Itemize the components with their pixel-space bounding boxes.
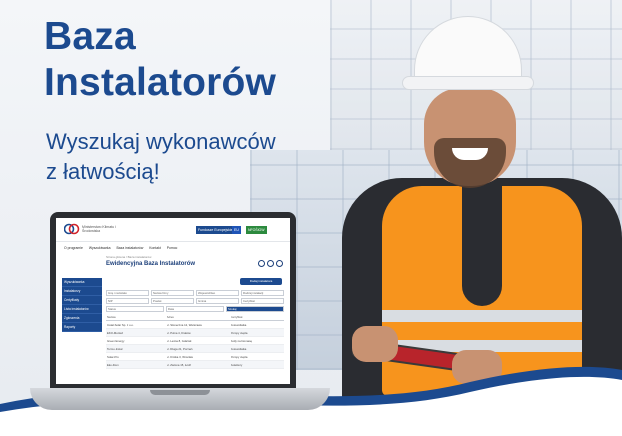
nav-item[interactable]: O programie — [64, 246, 83, 250]
sidebar-item[interactable]: Lista instalatorów — [62, 305, 102, 314]
hard-hat-brim — [402, 76, 534, 90]
worker-photo — [322, 10, 622, 410]
filter-field[interactable]: NIP — [106, 298, 149, 304]
column-header[interactable]: Certyfikat — [231, 315, 284, 319]
laptop-screen: Ministerstwo Klimatu i Środowiska Fundus… — [56, 218, 290, 384]
subheadline-line-1: Wyszukaj wykonawców — [46, 129, 276, 154]
filter-field[interactable]: Status — [106, 306, 164, 312]
accessibility-icons — [258, 260, 283, 267]
filter-field[interactable]: Województwo — [196, 290, 239, 296]
laptop-notch — [150, 390, 210, 395]
nav-item[interactable]: Wyszukiwarka — [89, 246, 111, 250]
table-cell: Fotowoltaika — [230, 346, 247, 351]
search-filters: Imię i nazwisko Nazwa firmy Województwo … — [106, 290, 284, 314]
filter-row: NIP Powiat Gmina Certyfikat — [106, 298, 284, 304]
sidebar-menu: Wyszukiwarka Instalatorzy Certyfikaty Li… — [62, 278, 102, 332]
table-row[interactable]: Instal-Solar Sp. z o.o. ul. Słoneczna 12… — [106, 321, 284, 329]
table-cell: Pompy ciepła — [230, 330, 248, 335]
sidebar-item[interactable]: Certyfikaty — [62, 296, 102, 305]
nav-item[interactable]: Pomoc — [167, 246, 178, 250]
nfos-logo: NFOŚiGW — [246, 226, 267, 234]
column-header[interactable]: Nazwa — [106, 315, 167, 319]
ministry-logo-icon — [64, 223, 80, 235]
ad-banner: Baza Instalatorów Wyszukaj wykonawców z … — [0, 0, 622, 436]
search-button[interactable]: Szukaj — [226, 306, 284, 312]
table-row[interactable]: Eko-Dom ul. Zielona 15, Łódź Kolektory — [106, 361, 284, 369]
sidebar-item[interactable]: Raporty — [62, 323, 102, 332]
help-icon[interactable] — [276, 260, 283, 267]
filter-field[interactable]: Rodzaj instalacji — [241, 290, 284, 296]
table-row[interactable]: Termo-Instal ul. Długa 21, Poznań Fotowo… — [106, 345, 284, 353]
table-row[interactable]: Green Energy ul. Leśna 8, Gdańsk Kotły n… — [106, 337, 284, 345]
filter-field[interactable]: Imię i nazwisko — [106, 290, 149, 296]
font-size-icon[interactable] — [267, 260, 274, 267]
filter-field[interactable]: Certyfikat — [241, 298, 284, 304]
table-header: Nazwa Adres Certyfikat — [106, 314, 284, 321]
table-cell: Green Energy — [107, 338, 125, 343]
headline-line-2: Instalatorów — [44, 61, 277, 104]
site-nav: O programie Wyszukiwarka Baza instalator… — [64, 246, 177, 250]
filter-row: Status Data Szukaj — [106, 306, 284, 312]
vest-opening — [462, 186, 502, 306]
table-row[interactable]: Solar-Pro ul. Krótka 3, Wrocław Pompy ci… — [106, 353, 284, 361]
table-cell: ul. Krótka 3, Wrocław — [166, 354, 193, 359]
filter-row: Imię i nazwisko Nazwa firmy Województwo … — [106, 290, 284, 296]
table-cell: ul. Polna 4, Kraków — [166, 330, 191, 335]
column-header[interactable]: Adres — [167, 315, 231, 319]
subheadline: Wyszukaj wykonawców z łatwością! — [46, 127, 276, 187]
table-cell: Instal-Solar Sp. z o.o. — [107, 322, 134, 327]
headline: Baza Instalatorów — [44, 14, 276, 106]
worker-hand-left — [352, 326, 398, 362]
table-cell: ul. Słoneczna 12, Warszawa — [166, 322, 202, 327]
table-cell: Kolektory — [230, 362, 243, 367]
sidebar-item[interactable]: Wyszukiwarka — [62, 278, 102, 287]
subheadline-line-2: z łatwością! — [46, 159, 160, 184]
table-cell: Solar-Pro — [107, 354, 119, 359]
nav-item[interactable]: Kontakt — [149, 246, 161, 250]
table-row[interactable]: EKO-Montaż ul. Polna 4, Kraków Pompy cie… — [106, 329, 284, 337]
filter-field[interactable]: Data — [166, 306, 224, 312]
laptop: Ministerstwo Klimatu i Środowiska Fundus… — [50, 212, 296, 390]
table-cell: ul. Długa 21, Poznań — [166, 346, 193, 351]
sidebar-item[interactable]: Instalatorzy — [62, 287, 102, 296]
filter-field[interactable]: Nazwa firmy — [151, 290, 194, 296]
site-header: Ministerstwo Klimatu i Środowiska Fundus… — [56, 218, 290, 242]
filter-field[interactable]: Powiat — [151, 298, 194, 304]
filter-field[interactable]: Gmina — [196, 298, 239, 304]
table-cell: ul. Leśna 8, Gdańsk — [166, 338, 192, 343]
add-installer-button[interactable]: Dodaj instalatora — [240, 278, 282, 285]
eu-funds-badge: Fundusze Europejskie — [196, 226, 235, 234]
table-cell: Pompy ciepła — [230, 354, 248, 359]
nav-item[interactable]: Baza instalatorów — [117, 246, 144, 250]
breadcrumb[interactable]: Strona główna / Baza instalatorów — [106, 255, 151, 259]
installers-table: Nazwa Adres Certyfikat Instal-Solar Sp. … — [106, 314, 284, 369]
vest-reflective-stripe — [382, 310, 582, 322]
table-cell: ul. Zielona 15, Łódź — [166, 362, 191, 367]
table-cell: EKO-Montaż — [107, 330, 124, 335]
table-cell: Kotły na biomasę — [230, 338, 253, 343]
table-cell: Termo-Instal — [107, 346, 123, 351]
sidebar-item[interactable]: Zgłoszenia — [62, 314, 102, 323]
page-title: Ewidencyjna Baza Instalatorów — [106, 261, 196, 267]
headline-line-1: Baza — [44, 15, 136, 58]
eu-flag-badge: EU — [232, 226, 241, 234]
ministry-logo-text: Ministerstwo Klimatu i Środowiska — [82, 225, 116, 233]
contrast-icon[interactable] — [258, 260, 265, 267]
table-cell: Eko-Dom — [107, 362, 119, 367]
table-cell: Fotowoltaika — [230, 322, 247, 327]
